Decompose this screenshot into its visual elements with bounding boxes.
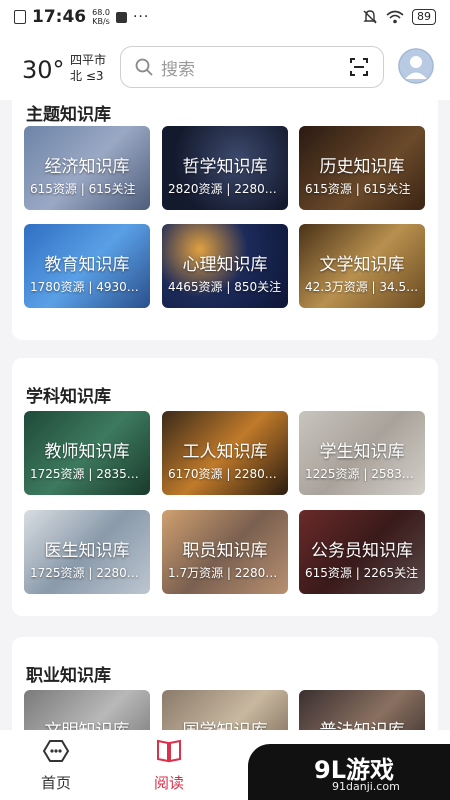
knowledge-section: 学科知识库教师知识库 1725资源 | 2835… 工人知识库 6170资源 | 22… (12, 358, 438, 616)
wind-level: 北 ≤3 (70, 69, 104, 83)
tab-home-label: 首页 (40, 774, 71, 792)
card-title: 公务员知识库 (311, 541, 413, 561)
knowledge-card[interactable]: 教育知识库 1780资源 | 4930… (24, 224, 150, 308)
card-title: 教师知识库 (44, 442, 130, 462)
knowledge-card[interactable]: 文学知识库 42.3万资源 | 34.5… (299, 224, 425, 308)
card-stats: 1780资源 | 4930… (30, 280, 139, 294)
user-icon (398, 48, 434, 84)
knowledge-card[interactable]: 哲学知识库 2820资源 | 2280… (162, 126, 288, 210)
knowledge-card[interactable]: 医生知识库 1725资源 | 2280… (24, 510, 150, 594)
knowledge-card[interactable]: 普法知识库 (299, 690, 425, 730)
card-stats: 615资源 | 615关注 (30, 182, 136, 196)
knowledge-card[interactable]: 公务员知识库 615资源 | 2265关注 (299, 510, 425, 594)
card-title: 工人知识库 (182, 442, 268, 462)
card-stats: 6170资源 | 2280… (168, 467, 277, 481)
tab-reading-label: 阅读 (153, 774, 184, 792)
card-title: 文学知识库 (319, 255, 405, 275)
mute-bell-icon (363, 10, 377, 24)
search-icon (135, 58, 153, 76)
knowledge-card[interactable]: 国学知识库 (162, 690, 288, 730)
home-icon (42, 740, 70, 762)
city-name: 四平市 (70, 53, 107, 67)
card-title: 国学知识库 (162, 716, 288, 730)
wifi-icon (386, 10, 404, 24)
weather-location[interactable]: 四平市 北 ≤3 (70, 52, 106, 84)
app-notification-icon (14, 10, 26, 24)
status-bar: 17:46 68.0 KB/s ··· 89 (0, 0, 450, 34)
card-title: 教育知识库 (44, 255, 130, 275)
card-title: 普法知识库 (299, 716, 425, 730)
search-placeholder: 搜索 (161, 59, 195, 80)
section-title: 职业知识库 (26, 666, 111, 686)
notification-dot-icon (115, 11, 127, 23)
card-title: 经济知识库 (44, 157, 130, 177)
knowledge-card[interactable]: 学生知识库 1225资源 | 2583… (299, 411, 425, 495)
card-stats: 2820资源 | 2280… (168, 182, 277, 196)
content-scroll-area[interactable]: 主题知识库经济知识库 615资源 | 615关注 哲学知识库 2820资源 | 228… (0, 100, 450, 730)
knowledge-card[interactable]: 工人知识库 6170资源 | 2280… (162, 411, 288, 495)
knowledge-card[interactable]: 心理知识库 4465资源 | 850关注 (162, 224, 288, 308)
card-title: 心理知识库 (182, 255, 268, 275)
card-title: 哲学知识库 (182, 157, 268, 177)
card-title: 历史知识库 (319, 157, 405, 177)
section-title: 主题知识库 (26, 105, 111, 125)
card-stats: 1225资源 | 2583… (305, 467, 414, 481)
book-icon (157, 739, 181, 763)
knowledge-card[interactable]: 历史知识库 615资源 | 615关注 (299, 126, 425, 210)
avatar[interactable] (398, 48, 434, 84)
knowledge-card[interactable]: 文明知识库 (24, 690, 150, 730)
card-stats: 1.7万资源 | 2280… (168, 566, 278, 580)
card-stats: 4465资源 | 850关注 (168, 280, 282, 294)
scan-icon[interactable] (349, 57, 369, 77)
card-stats: 1725资源 | 2835… (30, 467, 139, 481)
knowledge-section: 主题知识库经济知识库 615资源 | 615关注 哲学知识库 2820资源 | 228… (12, 100, 438, 340)
search-input[interactable]: 搜索 (120, 46, 384, 88)
tab-home[interactable]: 首页 (26, 738, 86, 793)
watermark: 9L游戏 91danji.com (248, 744, 450, 800)
card-stats: 615资源 | 2265关注 (305, 566, 419, 580)
temperature: 30° (22, 56, 65, 84)
section-title: 学科知识库 (26, 387, 111, 407)
card-title: 职员知识库 (182, 541, 268, 561)
card-title: 医生知识库 (44, 541, 130, 561)
knowledge-section: 职业知识库文明知识库国学知识库普法知识库 (12, 637, 438, 730)
knowledge-card[interactable]: 职员知识库 1.7万资源 | 2280… (162, 510, 288, 594)
clock: 17:46 (32, 7, 87, 27)
more-notifications: ··· (132, 9, 150, 25)
card-stats: 615资源 | 615关注 (305, 182, 411, 196)
card-title: 学生知识库 (319, 442, 405, 462)
header: 30° 四平市 北 ≤3 搜索 (0, 34, 450, 100)
battery-indicator: 89 (412, 9, 436, 25)
card-stats: 42.3万资源 | 34.5… (305, 280, 419, 294)
card-title: 文明知识库 (24, 716, 150, 730)
knowledge-card[interactable]: 教师知识库 1725资源 | 2835… (24, 411, 150, 495)
knowledge-card[interactable]: 经济知识库 615资源 | 615关注 (24, 126, 150, 210)
watermark-url: 91danji.com (332, 780, 400, 793)
tab-reading[interactable]: 阅读 (139, 738, 199, 793)
network-speed: 68.0 KB/s (92, 8, 110, 26)
card-stats: 1725资源 | 2280… (30, 566, 139, 580)
